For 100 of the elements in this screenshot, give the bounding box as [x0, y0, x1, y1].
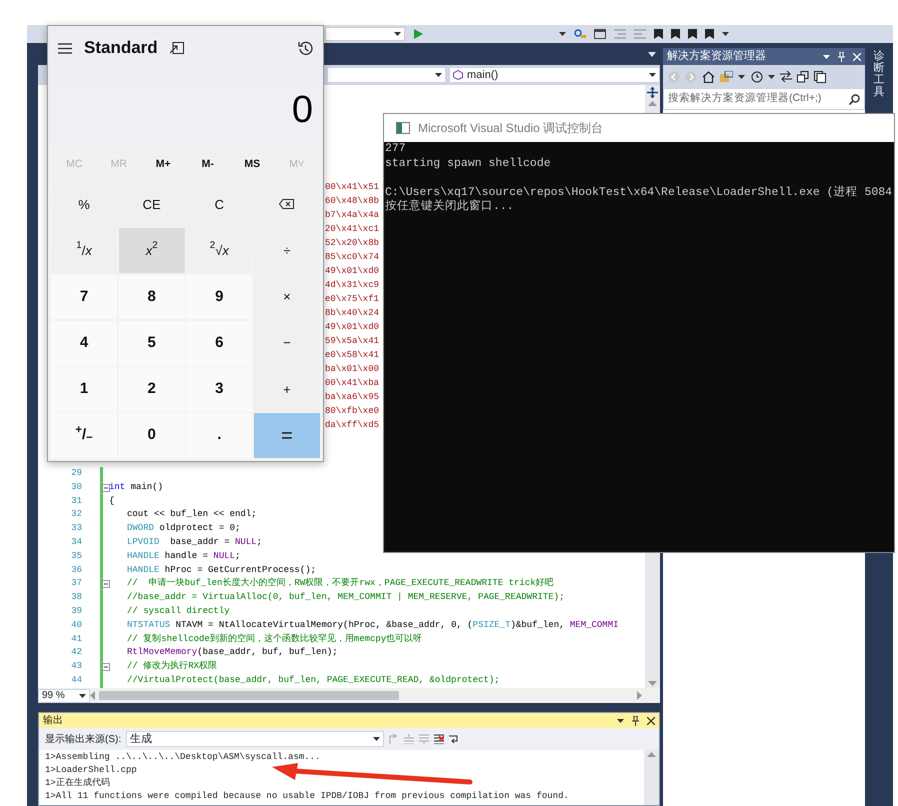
close-icon[interactable] [647, 716, 655, 724]
output-line: 1>Assembling ..\..\..\..\Desktop\ASM\syscall.asm... [45, 751, 320, 764]
code-text: 52\x20\x8b [325, 237, 380, 250]
memory-button[interactable]: M- [186, 150, 230, 180]
memory-button[interactable]: M+ [141, 150, 186, 180]
console-line: starting spawn shellcode [384, 156, 552, 171]
caret-icon[interactable] [435, 73, 442, 77]
fold-icon[interactable] [102, 580, 110, 588]
line-number: 41 [70, 632, 83, 646]
line-number: 37 [70, 577, 83, 590]
side-tab[interactable]: 诊断工具 [874, 50, 884, 98]
window-icon[interactable] [594, 29, 606, 39]
line-number: 36 [70, 564, 83, 577]
code-text: 8b\x40\x24 [325, 307, 380, 320]
code-text: e0\x58\x41 [325, 349, 380, 362]
code-line: //VirtualProtect(base_addr, buf_len, PAGE_EXECUTE_READ, &oldprotect); [126, 674, 500, 687]
fold-icon[interactable] [102, 663, 110, 672]
caret-icon[interactable] [394, 32, 401, 36]
code-text: 49\x01\xd0 [325, 321, 380, 334]
calculator-key[interactable]: 3 [186, 367, 252, 412]
code-line: cout << buf_len << endl; [126, 508, 257, 522]
code-text: 00\x41\x51 [325, 181, 380, 194]
fold-icon[interactable] [102, 484, 110, 492]
panel-title: 输出 [43, 714, 63, 728]
search-icon[interactable] [849, 94, 860, 104]
console-line: 按任意键关闭此窗口... [384, 200, 515, 214]
code-line: DWORD oldprotect = 0; [126, 522, 240, 536]
calculator-key[interactable]: x$^{2}$ [118, 228, 185, 273]
memory-button[interactable]: MS [230, 150, 274, 180]
code-line: //base_addr = VirtualAlloc(0, buf_len, MEM_COMMIT | MEM_RESERVE, PAGE_READWRITE); [126, 591, 564, 604]
home-icon[interactable] [702, 70, 715, 82]
dropdown-icon[interactable] [648, 52, 656, 56]
field-label: 显示输出来源(S): [45, 732, 122, 746]
mode-title: Standard [84, 37, 158, 60]
code-line: HANDLE hProc = GetCurrentProcess(); [126, 564, 316, 577]
code-text: 49\x01\xd0 [325, 265, 380, 278]
keep-on-top-icon[interactable] [170, 42, 184, 54]
line-number: 44 [70, 674, 83, 687]
caret-icon[interactable] [649, 73, 656, 77]
code-line: HANDLE handle = NULL; [126, 550, 240, 563]
play-icon[interactable] [413, 29, 423, 39]
caret-icon[interactable] [722, 32, 729, 36]
calculator-key[interactable]: 1 [51, 367, 118, 412]
pin-icon[interactable] [632, 716, 639, 726]
history-icon[interactable] [298, 40, 313, 56]
wrap-icon[interactable] [449, 734, 460, 744]
sync-icon[interactable] [780, 71, 792, 82]
find-icon[interactable] [574, 29, 586, 39]
member-dropdown[interactable]: main() [449, 67, 660, 83]
calculator-key[interactable]: . [186, 413, 252, 458]
code-text: e0\x75\xf1 [325, 293, 380, 306]
output-line: 1>All 11 functions were compiled because no usable IPDB/IOBJ from previous compilation was found. [45, 790, 569, 803]
calculator-key[interactable]: 5 [118, 320, 185, 366]
clock-icon[interactable] [750, 70, 763, 83]
caret-icon[interactable] [738, 74, 745, 78]
line-number: 39 [70, 604, 83, 618]
zoom-dropdown[interactable]: 99 % [38, 688, 90, 702]
calculator-key[interactable]: 8 [118, 274, 185, 320]
split-icon[interactable] [647, 87, 658, 98]
source-dropdown[interactable]: 生成 [126, 731, 384, 747]
folder-switch-icon[interactable] [720, 70, 733, 82]
panel-title: 解决方案资源管理器 [667, 48, 766, 64]
line-number: 30 [70, 480, 83, 494]
calculator-key[interactable]: 9 [186, 274, 252, 320]
calculator-key[interactable]: = [254, 413, 320, 458]
line-number: 31 [70, 494, 83, 508]
calculator-key[interactable]: 4 [51, 320, 118, 366]
calculator-key[interactable]: $^{+}$/$_{−}$ [51, 413, 118, 458]
line-number: 32 [70, 508, 83, 522]
backspace-icon [279, 199, 294, 210]
calculator-key[interactable]: 0 [118, 413, 185, 458]
code-text: 60\x48\x8b [325, 195, 380, 208]
line-number: 38 [70, 591, 83, 604]
code-text: ba\x01\x00 [325, 363, 380, 376]
display-value: 0 [292, 88, 313, 132]
line-number: 29 [70, 467, 83, 480]
scrollbar-thumb[interactable] [99, 691, 399, 700]
console-line: C:\Users\xq17\source\repos\HookTest\x64\Release\LoaderShell.exe (进程 5084 [384, 184, 894, 199]
line-number: 34 [70, 536, 83, 549]
menu-icon[interactable] [58, 42, 72, 54]
caret-icon[interactable] [373, 737, 380, 741]
code-text: 80\xfb\xe0 [325, 405, 380, 418]
line-number: 40 [70, 618, 83, 632]
caret-icon[interactable] [768, 74, 775, 78]
calculator-key[interactable]: 6 [186, 320, 252, 366]
code-line: // 申请一块buf_len长度大小的空间，RW权限，不要开rwx，PAGE_EXECUTE_READWRITE trick好吧 [126, 577, 554, 590]
dropdown-icon[interactable] [823, 54, 830, 58]
calculator-key[interactable]: 7 [51, 274, 118, 320]
calculator-key[interactable]: 2 [118, 367, 185, 412]
code-text: 59\x5a\x41 [325, 335, 380, 348]
code-line: // 修改为执行RX权限 [126, 660, 218, 674]
collapse-icon[interactable] [797, 70, 809, 82]
search-field[interactable]: 搜索解决方案资源管理器(Ctrl+;) [663, 88, 865, 110]
caret-icon[interactable] [559, 32, 566, 36]
code-line: RtlMoveMemory(base_addr, buf, buf_len); [126, 646, 338, 660]
window-title: Microsoft Visual Studio 调试控制台 [418, 120, 604, 137]
dropdown-icon[interactable] [617, 718, 624, 722]
copies-icon[interactable] [814, 70, 826, 82]
caret-icon[interactable] [79, 694, 86, 698]
clear-icon[interactable] [434, 734, 444, 744]
